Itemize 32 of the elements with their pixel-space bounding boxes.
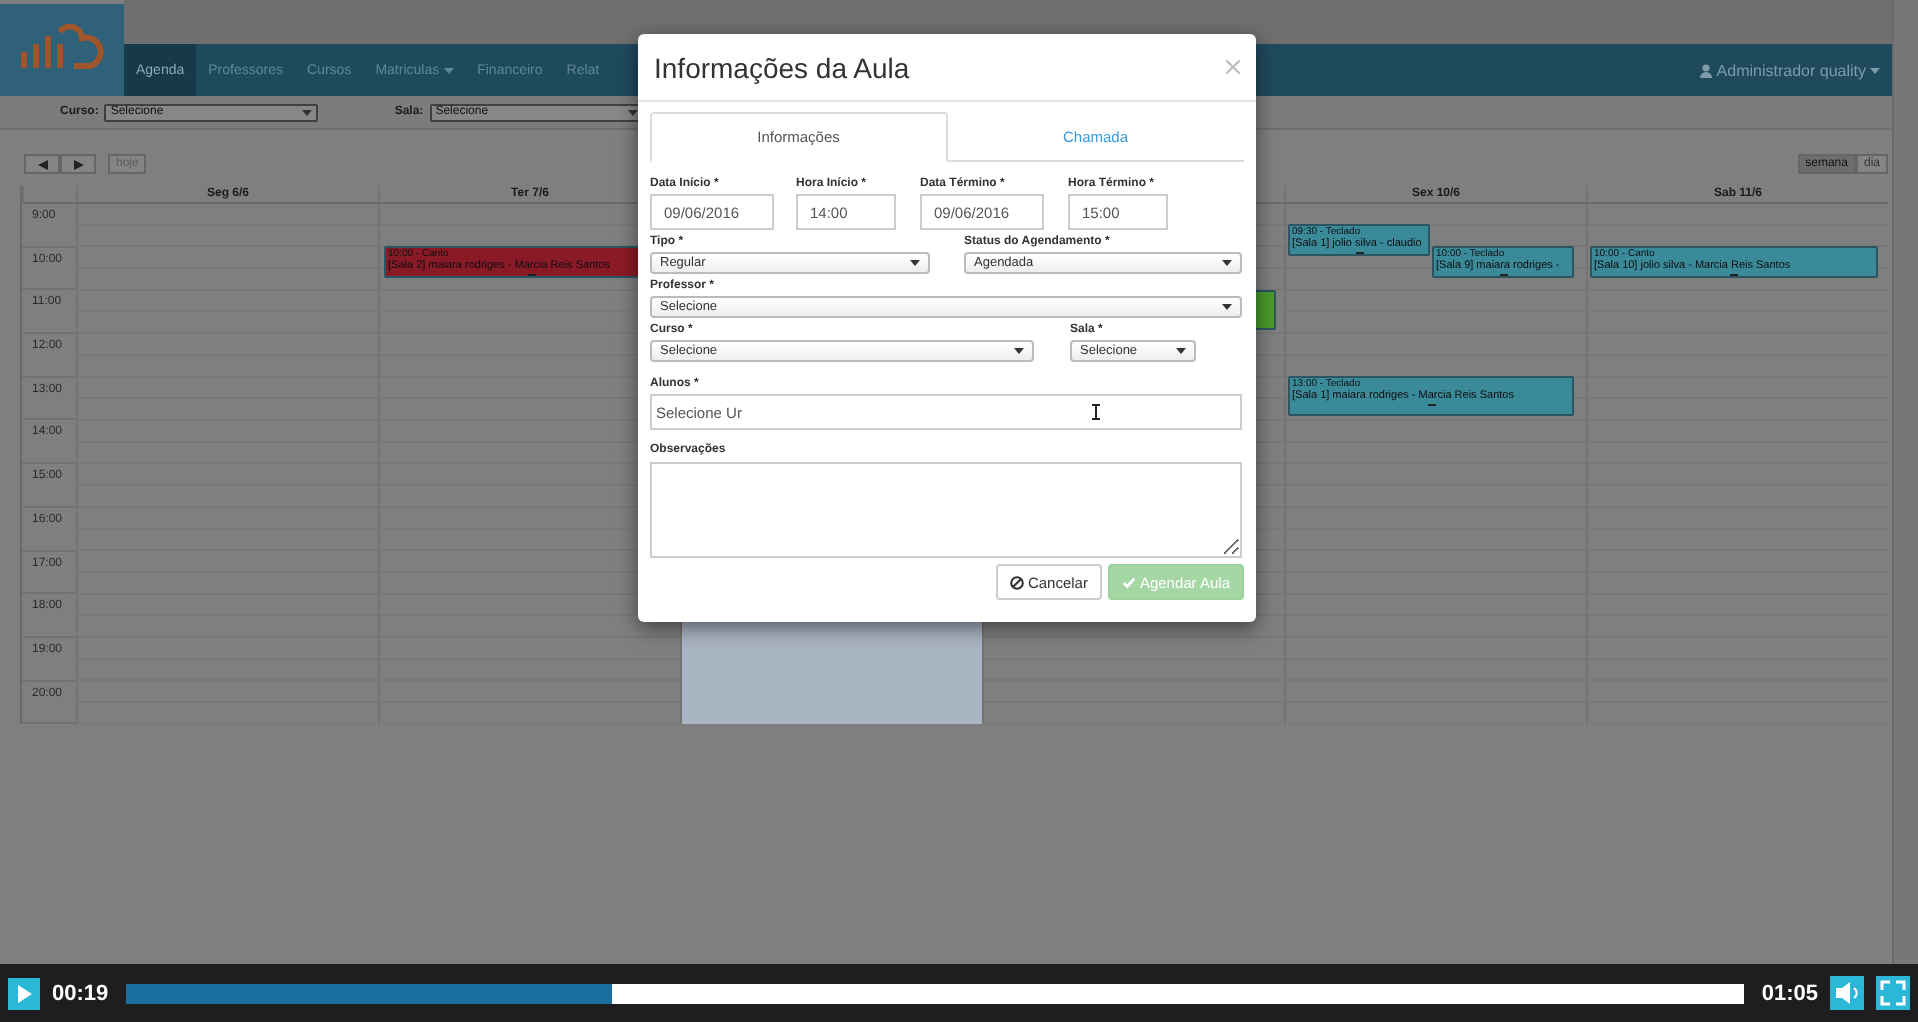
- caret-icon: [1176, 348, 1186, 354]
- caret-icon: [443, 67, 454, 73]
- caret-icon: [910, 260, 920, 266]
- caret-icon: [1014, 348, 1024, 354]
- previous-button[interactable]: [24, 154, 60, 174]
- caret-icon: [302, 109, 313, 115]
- next-button[interactable]: [60, 154, 96, 174]
- dialog-title: Informações da Aula: [654, 51, 910, 83]
- duration: 01:05: [1761, 981, 1818, 1005]
- resize-handle[interactable]: [1427, 404, 1435, 406]
- ban-icon: [1009, 575, 1024, 589]
- play-button[interactable]: [8, 977, 40, 1009]
- text-cursor-icon: [1092, 404, 1100, 420]
- scrollbar[interactable]: [1892, 0, 1918, 964]
- resize-handle[interactable]: [1499, 274, 1507, 276]
- notes-field[interactable]: [650, 462, 1242, 558]
- caret-icon: [1222, 304, 1232, 310]
- right-arrow-icon: [73, 159, 83, 169]
- resize-handle[interactable]: [1355, 252, 1363, 254]
- progress-track[interactable]: [126, 983, 1744, 1003]
- fullscreen-icon[interactable]: [1876, 976, 1910, 1010]
- elapsed-time: 00:19: [52, 981, 109, 1005]
- resize-handle[interactable]: [1730, 274, 1738, 276]
- caret-icon: [1870, 67, 1880, 73]
- left-arrow-icon: [37, 159, 47, 169]
- volume-icon[interactable]: [1830, 976, 1864, 1010]
- user-menu[interactable]: Administrador quality: [1700, 44, 1880, 96]
- user-icon: [1700, 63, 1713, 77]
- resize-handle[interactable]: [528, 274, 536, 276]
- caret-icon: [627, 109, 638, 115]
- caret-icon: [1222, 260, 1232, 266]
- check-icon: [1121, 575, 1136, 589]
